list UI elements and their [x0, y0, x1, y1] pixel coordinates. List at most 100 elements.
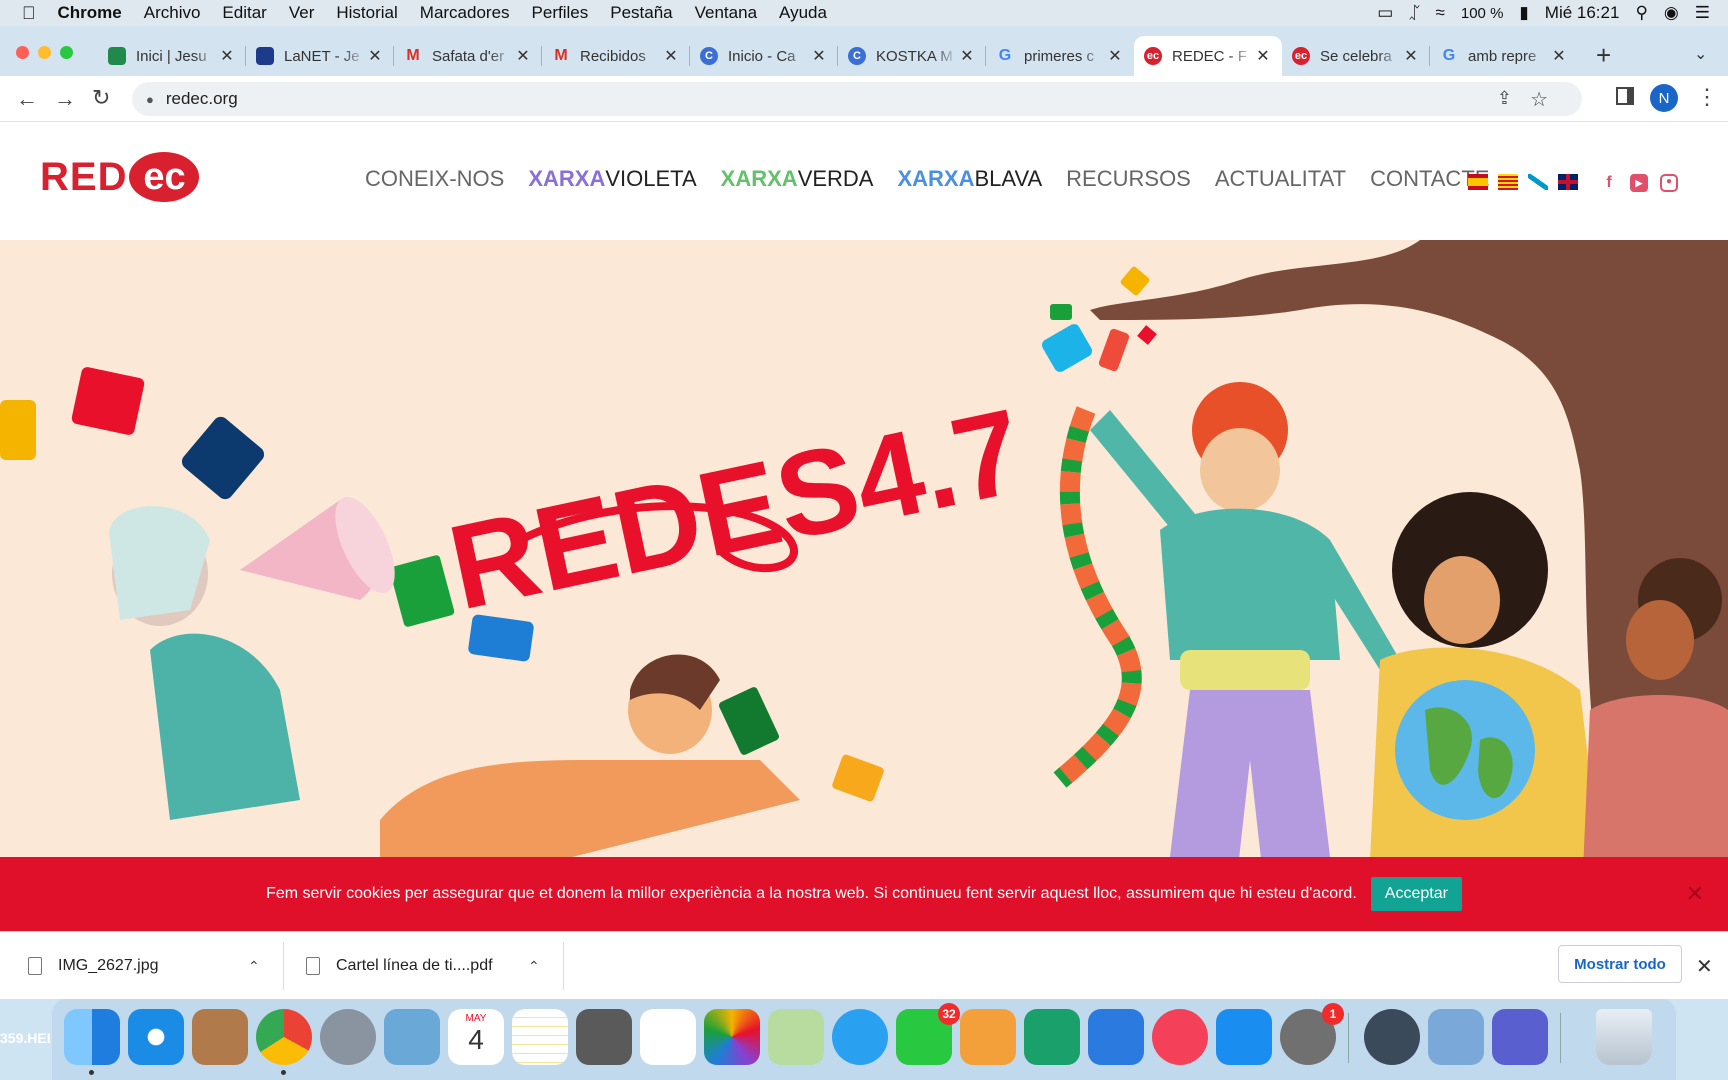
spanish-flag-icon[interactable] [1468, 174, 1488, 190]
desktop-file-label[interactable]: 359.HEI [0, 1030, 51, 1046]
lock-icon[interactable]: ● [146, 92, 154, 107]
chevron-up-icon[interactable]: ⌃ [528, 958, 540, 975]
facetime-icon[interactable]: 32 [896, 1003, 960, 1065]
menu-ver[interactable]: Ver [289, 3, 315, 23]
menu-marcadores[interactable]: Marcadores [420, 3, 510, 23]
nav-xarxa-violeta[interactable]: XARXAVIOLETA [528, 166, 696, 192]
tab-close-icon[interactable]: ✕ [514, 46, 532, 66]
calendar-icon[interactable]: MAY 4 [448, 1009, 504, 1065]
download-item[interactable]: Cartel línea de ti....pdf ⌃ [306, 932, 546, 1000]
finder-icon[interactable] [64, 1009, 120, 1075]
calculator-icon[interactable] [576, 1009, 632, 1065]
battery-percent[interactable]: 100 % [1461, 5, 1504, 22]
notes-icon[interactable] [512, 1009, 568, 1065]
tab-close-icon[interactable]: ✕ [218, 46, 236, 66]
address-bar[interactable]: ● redec.org ⇪ ☆ [132, 82, 1582, 116]
tab-se-celebra[interactable]: ec Se celebra ✕ [1282, 36, 1430, 76]
menu-historial[interactable]: Historial [336, 3, 397, 23]
reload-icon[interactable]: ↻ [92, 85, 110, 111]
nav-xarxa-blava[interactable]: XARXABLAVA [897, 166, 1042, 192]
battery-icon[interactable]: ▮ [1519, 3, 1528, 23]
preview-icon[interactable] [1428, 1009, 1484, 1065]
airplay-icon[interactable]: ▭ [1377, 3, 1393, 23]
facebook-icon[interactable]: f [1600, 174, 1618, 192]
tab-redec-active[interactable]: ec REDEC - F ✕ [1134, 36, 1282, 76]
music-icon[interactable] [1152, 1009, 1208, 1065]
tab-close-icon[interactable]: ✕ [366, 46, 384, 66]
tab-inici[interactable]: Inici | Jesu ✕ [98, 36, 246, 76]
tab-close-icon[interactable]: ✕ [1402, 46, 1420, 66]
uk-flag-icon[interactable] [1558, 174, 1578, 190]
tab-inicio[interactable]: C Inicio - Ca ✕ [690, 36, 838, 76]
menubar-clock[interactable]: Mié 16:21 [1545, 3, 1620, 23]
profile-avatar[interactable]: N [1650, 84, 1678, 112]
menu-editar[interactable]: Editar [222, 3, 266, 23]
safari-icon[interactable] [128, 1009, 184, 1065]
quicktime-icon[interactable] [1364, 1009, 1420, 1065]
redec-logo[interactable]: RED ec [40, 152, 200, 202]
forward-arrow-icon[interactable]: → [54, 86, 76, 112]
numbers-icon[interactable] [1024, 1009, 1080, 1065]
galician-flag-icon[interactable] [1528, 174, 1548, 190]
menu-ventana[interactable]: Ventana [695, 3, 757, 23]
tab-recibidos[interactable]: M Recibidos ✕ [542, 36, 690, 76]
tab-search-chevron-icon[interactable]: ⌄ [1694, 44, 1707, 64]
nav-xarxa-verda[interactable]: XARXAVERDA [721, 166, 874, 192]
app-store-icon[interactable] [1216, 1009, 1272, 1065]
cookie-accept-button[interactable]: Acceptar [1370, 877, 1462, 911]
download-shelf-close-icon[interactable]: ✕ [1696, 954, 1713, 979]
tab-lanet[interactable]: LaNET - Je ✕ [246, 36, 394, 76]
keynote-icon[interactable] [1088, 1009, 1144, 1065]
tab-kostka[interactable]: C KOSTKA M ✕ [838, 36, 986, 76]
share-icon[interactable]: ⇪ [1497, 88, 1512, 109]
spotlight-search-icon[interactable]: ⚲ [1635, 3, 1647, 23]
instagram-icon[interactable]: ● [1660, 174, 1678, 192]
tab-close-icon[interactable]: ✕ [1254, 46, 1272, 66]
messages-icon[interactable] [832, 1009, 888, 1065]
tab-close-icon[interactable]: ✕ [1106, 46, 1124, 66]
menu-app-name[interactable]: Chrome [58, 3, 122, 23]
close-window-button[interactable] [16, 46, 29, 59]
menu-archivo[interactable]: Archivo [144, 3, 201, 23]
tab-safata[interactable]: M Safata d'er ✕ [394, 36, 542, 76]
back-arrow-icon[interactable]: ← [16, 86, 38, 112]
pages-icon[interactable] [960, 1009, 1016, 1065]
side-panel-icon[interactable] [1616, 87, 1634, 105]
tab-close-icon[interactable]: ✕ [810, 46, 828, 66]
zoom-window-button[interactable] [60, 46, 73, 59]
bookmark-star-icon[interactable]: ☆ [1530, 87, 1548, 112]
menu-pestana[interactable]: Pestaña [610, 3, 672, 23]
contacts-icon[interactable] [192, 1009, 248, 1065]
control-center-icon[interactable]: ☰ [1695, 3, 1710, 23]
minimize-window-button[interactable] [38, 46, 51, 59]
maps-icon[interactable] [768, 1009, 824, 1065]
menu-perfiles[interactable]: Perfiles [532, 3, 589, 23]
catalan-flag-icon[interactable] [1498, 174, 1518, 190]
tab-close-icon[interactable]: ✕ [662, 46, 680, 66]
show-all-downloads-button[interactable]: Mostrar todo [1558, 945, 1682, 983]
new-tab-button[interactable]: + [1596, 40, 1611, 71]
mail-icon[interactable] [384, 1009, 440, 1065]
bluetooth-icon[interactable]: ᛢ [1409, 3, 1419, 23]
chrome-icon[interactable] [256, 1009, 312, 1075]
download-item[interactable]: IMG_2627.jpg ⌃ [28, 932, 268, 1000]
trash-icon[interactable] [1596, 1009, 1652, 1065]
menu-ayuda[interactable]: Ayuda [779, 3, 827, 23]
tab-primeres[interactable]: G primeres c ✕ [986, 36, 1134, 76]
tab-amb-repre[interactable]: G amb repre ✕ [1430, 36, 1578, 76]
chevron-up-icon[interactable]: ⌃ [248, 958, 260, 975]
photos-icon[interactable] [704, 1009, 760, 1065]
system-preferences-icon[interactable]: 1 [1280, 1003, 1344, 1065]
chrome-menu-icon[interactable]: ⋮ [1696, 84, 1718, 110]
tab-close-icon[interactable]: ✕ [1550, 46, 1568, 66]
reminders-icon[interactable] [640, 1009, 696, 1065]
nav-recursos[interactable]: RECURSOS [1066, 166, 1191, 192]
apple-icon[interactable]:  [22, 3, 36, 24]
teams-icon[interactable] [1492, 1009, 1548, 1065]
wifi-icon[interactable]: ≈ [1436, 3, 1445, 23]
youtube-icon[interactable]: ▶ [1630, 174, 1648, 192]
launchpad-icon[interactable] [320, 1009, 376, 1065]
nav-coneix-nos[interactable]: CONEIX-NOS [365, 166, 504, 192]
siri-icon[interactable]: ◉ [1664, 3, 1679, 23]
cookie-close-icon[interactable]: ✕ [1686, 881, 1704, 907]
